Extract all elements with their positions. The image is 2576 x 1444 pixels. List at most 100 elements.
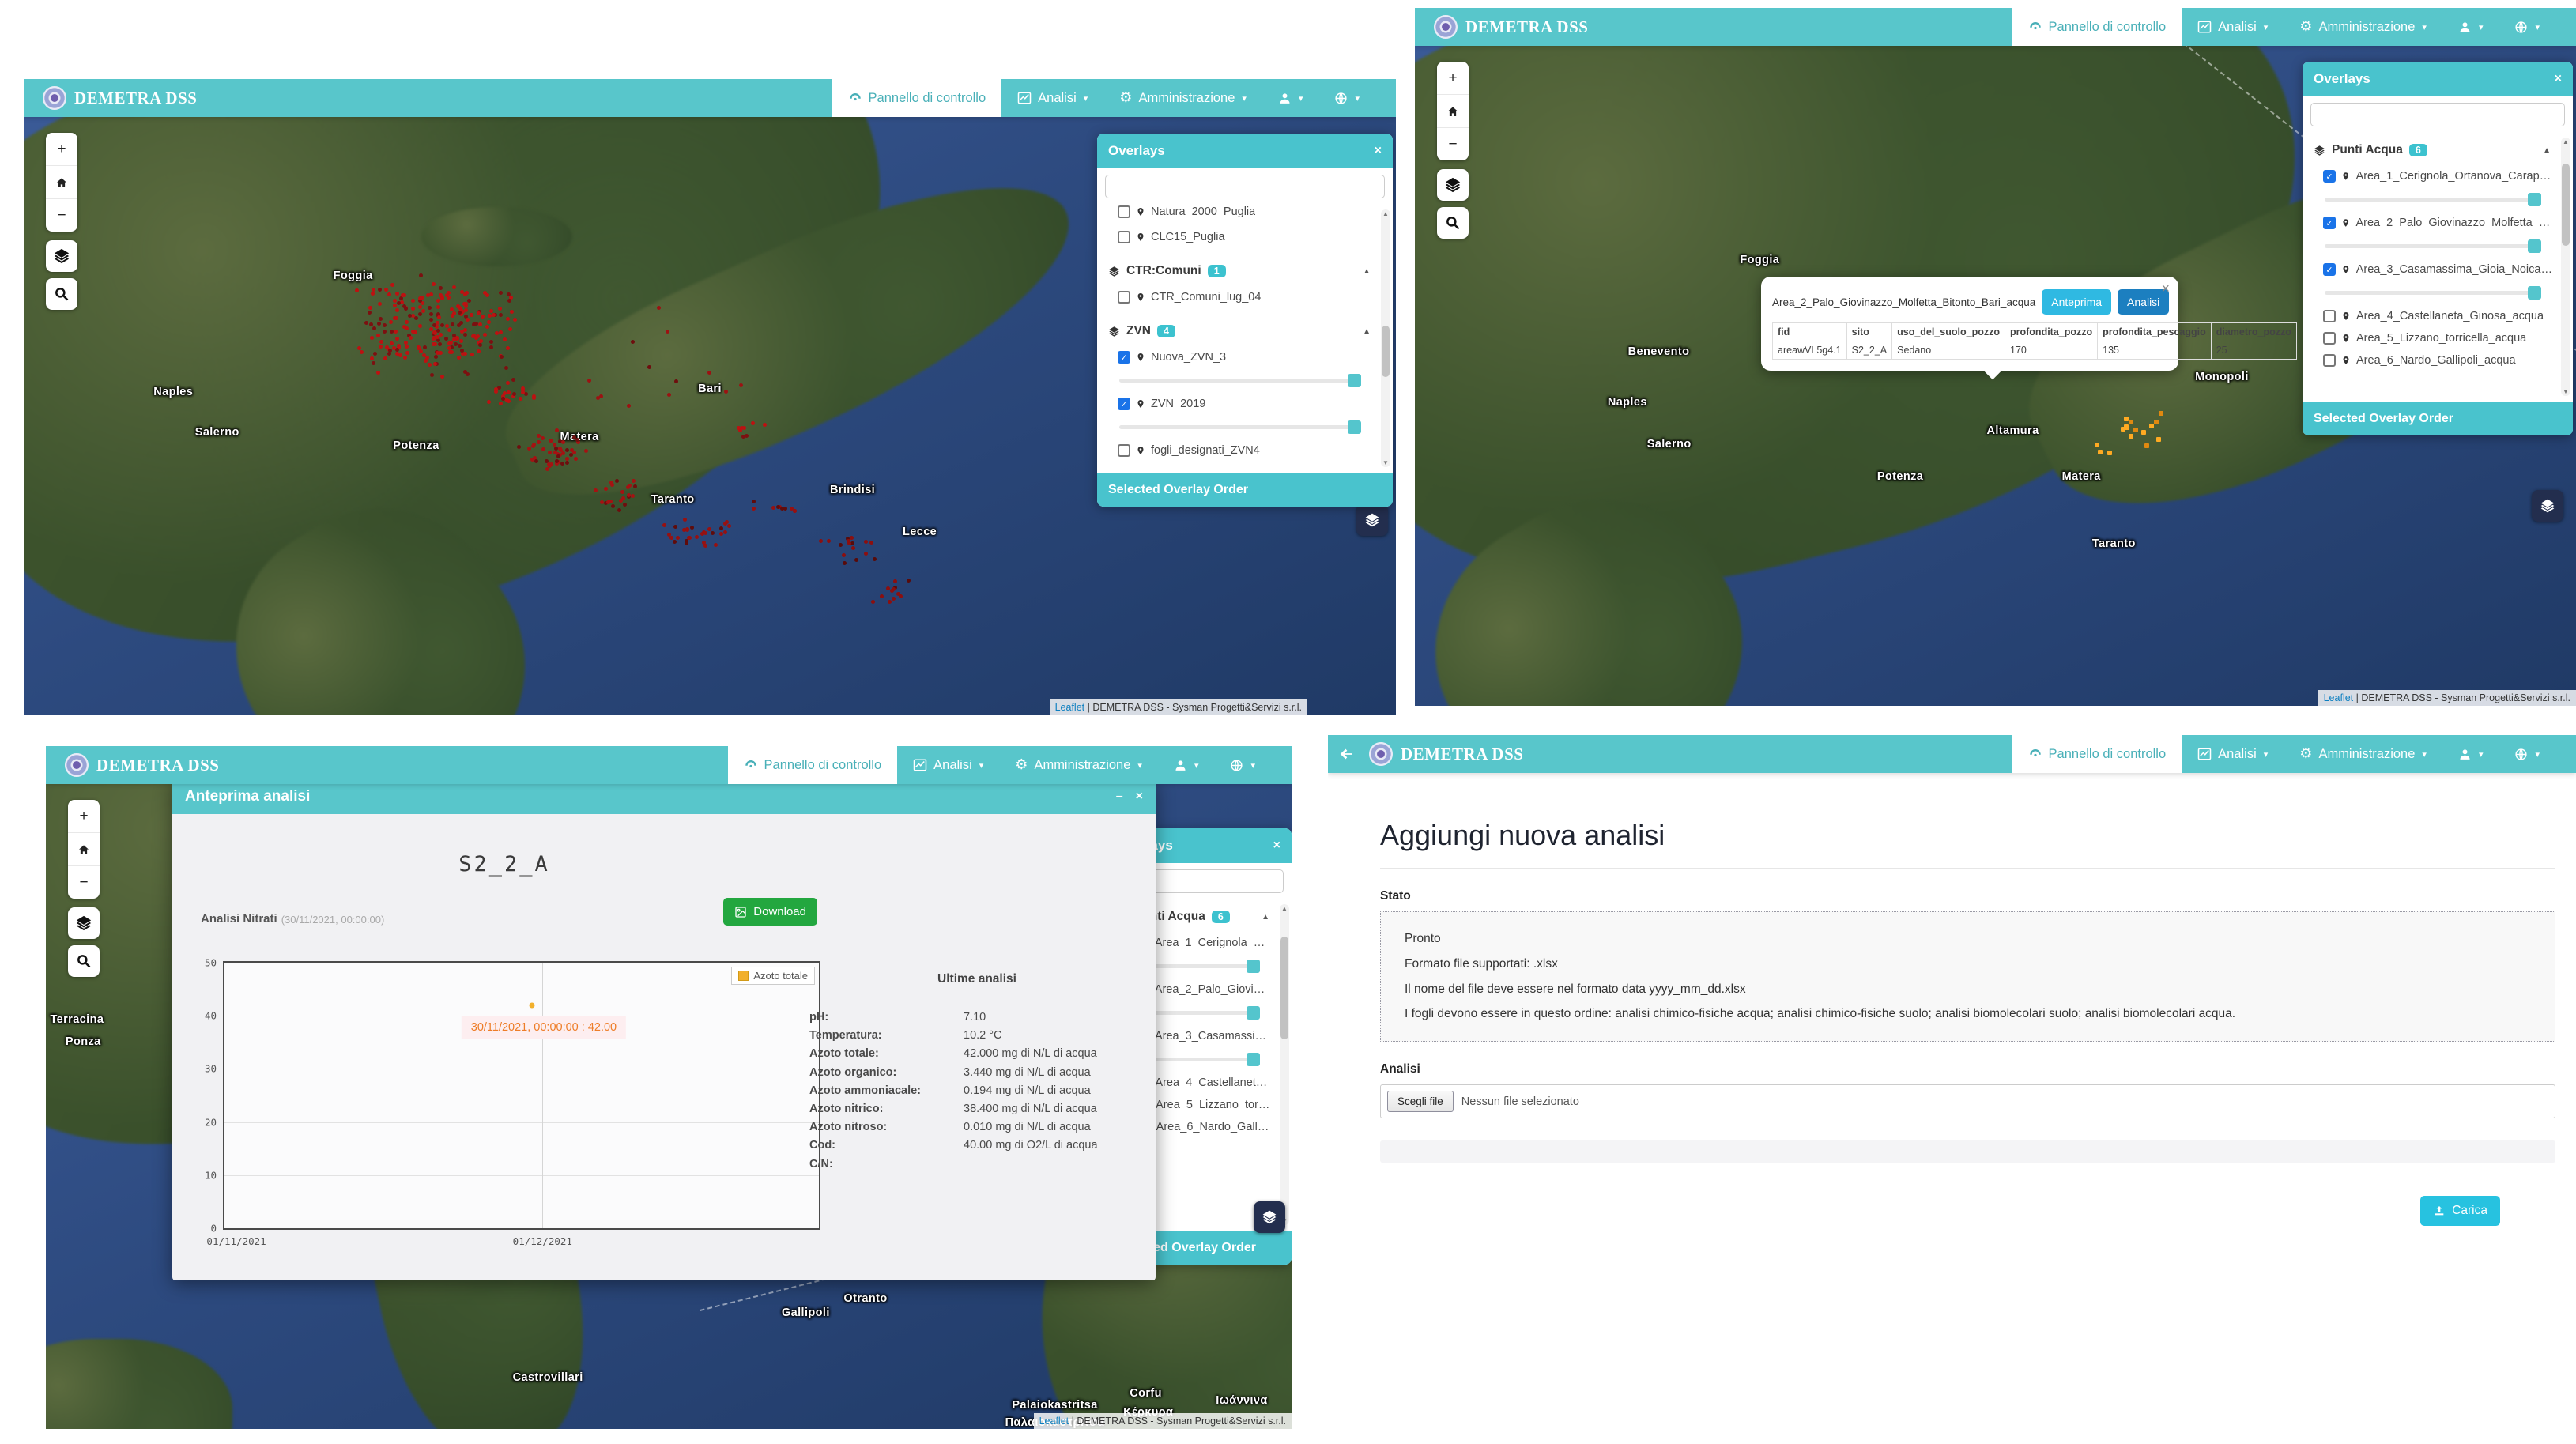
map-point[interactable] <box>458 344 462 348</box>
map-point[interactable] <box>893 579 897 583</box>
map-point[interactable] <box>439 293 443 297</box>
map-point[interactable] <box>847 539 850 543</box>
map-point[interactable] <box>842 553 846 557</box>
map-point[interactable] <box>451 314 454 318</box>
map-point[interactable] <box>506 346 510 350</box>
overlay-item-row[interactable]: ✓ZVN_2019 <box>1107 390 1372 413</box>
map-point[interactable] <box>436 335 439 339</box>
map-point[interactable] <box>519 397 522 401</box>
overlay-checkbox[interactable] <box>1118 231 1130 243</box>
opacity-slider[interactable] <box>2325 291 2536 295</box>
map-point[interactable] <box>673 525 677 529</box>
overlay-scrollbar[interactable]: ▲▼ <box>1280 904 1289 1225</box>
layers-button[interactable] <box>68 907 100 939</box>
map-point[interactable] <box>402 325 406 329</box>
map-point[interactable] <box>851 546 855 550</box>
overlay-item-row[interactable]: fogli_designati_ZVN4 <box>1107 437 1372 459</box>
slider-handle[interactable] <box>2528 239 2541 253</box>
map-point[interactable] <box>511 378 515 382</box>
session-menu[interactable]: ▾ <box>1318 79 1375 117</box>
nav-dashboard[interactable]: Pannello di controllo <box>832 79 1002 117</box>
map-point[interactable] <box>2098 450 2103 454</box>
map-point[interactable] <box>854 558 858 562</box>
map-point[interactable] <box>871 600 875 604</box>
overlay-checkbox[interactable] <box>2323 332 2336 345</box>
map-point[interactable] <box>429 327 433 331</box>
map-point[interactable] <box>711 531 715 535</box>
map-point[interactable] <box>494 387 498 391</box>
map-point[interactable] <box>402 304 406 308</box>
map-point[interactable] <box>372 326 376 330</box>
zoom-out-button[interactable]: − <box>1437 128 1469 160</box>
leaflet-link[interactable]: Leaflet <box>2324 692 2354 703</box>
overlay-toggle-button[interactable] <box>2532 490 2563 522</box>
close-icon[interactable]: × <box>1273 839 1280 853</box>
map-point[interactable] <box>521 390 525 394</box>
overlay-item-row[interactable]: CLC15_Puglia <box>1107 224 1372 246</box>
map-point[interactable] <box>2159 411 2163 416</box>
map-point[interactable] <box>534 459 538 463</box>
map-point[interactable] <box>690 526 694 530</box>
map-point[interactable] <box>793 509 797 513</box>
overlay-checkbox[interactable]: ✓ <box>2323 217 2336 229</box>
overlay-toggle-button[interactable] <box>1356 504 1388 536</box>
map-point[interactable] <box>447 328 451 332</box>
map-point[interactable] <box>623 503 627 507</box>
slider-handle[interactable] <box>1247 1006 1260 1020</box>
map-point[interactable] <box>360 350 364 354</box>
map-point[interactable] <box>549 439 553 443</box>
map-point[interactable] <box>499 291 503 295</box>
map-point[interactable] <box>387 352 391 356</box>
home-button[interactable] <box>68 833 100 866</box>
map-canvas[interactable]: + − × Area_2_Palo_Giovinazzo_Molfetta_Bi… <box>1415 46 2576 706</box>
map-point[interactable] <box>464 308 468 312</box>
nav-dashboard[interactable]: Pannello di controllo <box>2012 735 2182 773</box>
leaflet-link[interactable]: Leaflet <box>1055 702 1085 713</box>
slider-handle[interactable] <box>1247 960 1260 973</box>
map-point[interactable] <box>864 552 868 556</box>
map-point[interactable] <box>402 293 406 297</box>
opacity-slider[interactable] <box>2325 198 2536 202</box>
map-point[interactable] <box>433 331 437 335</box>
map-point[interactable] <box>2156 437 2161 442</box>
nav-amministrazione[interactable]: ⚙ Amministrazione▾ <box>2284 735 2442 773</box>
map-point[interactable] <box>907 579 911 583</box>
map-point[interactable] <box>2129 434 2133 439</box>
map-point[interactable] <box>537 434 541 438</box>
map-point[interactable] <box>839 543 843 547</box>
map-point[interactable] <box>683 518 687 522</box>
overlay-group-row[interactable]: ZVN4▲ <box>1107 317 1372 344</box>
map-point[interactable] <box>485 325 489 329</box>
map-point[interactable] <box>843 561 847 565</box>
map-point[interactable] <box>714 543 718 547</box>
map-point[interactable] <box>458 311 462 315</box>
nav-analisi[interactable]: Analisi▾ <box>2182 8 2284 46</box>
nav-dashboard[interactable]: Pannello di controllo <box>2012 8 2182 46</box>
map-point[interactable] <box>379 317 383 321</box>
slider-handle[interactable] <box>2528 286 2541 300</box>
map-point[interactable] <box>864 540 868 544</box>
map-point[interactable] <box>510 310 514 314</box>
map-point[interactable] <box>555 459 559 463</box>
map-point[interactable] <box>432 323 436 327</box>
map-point[interactable] <box>497 386 501 390</box>
opacity-slider[interactable] <box>1119 425 1356 429</box>
map-point[interactable] <box>487 320 491 324</box>
map-point[interactable] <box>447 341 451 345</box>
map-point[interactable] <box>501 397 505 401</box>
map-point[interactable] <box>462 302 466 306</box>
map-point[interactable] <box>424 359 428 363</box>
overlay-checkbox[interactable]: ✓ <box>2323 263 2336 276</box>
map-point[interactable] <box>627 404 631 408</box>
map-point[interactable] <box>460 290 464 294</box>
map-point[interactable] <box>477 311 481 315</box>
map-point[interactable] <box>569 453 573 457</box>
nav-amministrazione[interactable]: ⚙ Amministrazione▾ <box>1103 79 1262 117</box>
map-point[interactable] <box>459 321 463 325</box>
nav-dashboard[interactable]: Pannello di controllo <box>728 746 898 784</box>
map-point[interactable] <box>745 434 749 438</box>
overlay-item-row[interactable]: ✓Area_2_Palo_Giovinazzo_Molfetta_Bit... <box>2312 209 2552 232</box>
zoom-out-button[interactable]: − <box>46 199 77 232</box>
map-point[interactable] <box>587 379 591 383</box>
map-point[interactable] <box>440 375 444 379</box>
